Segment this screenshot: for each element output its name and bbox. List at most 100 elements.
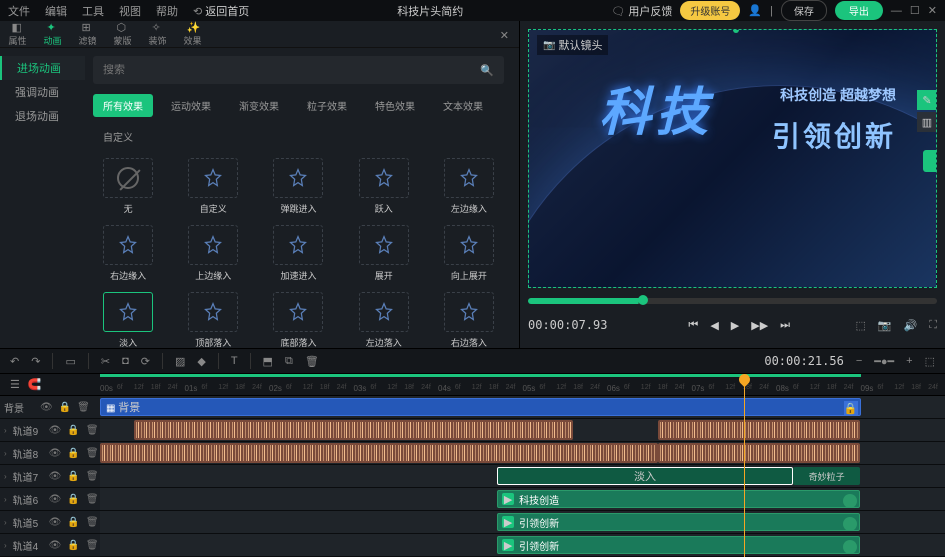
sidebar-item-emphasis[interactable]: 强调动画 [0, 80, 85, 104]
anim-item-右边缘入[interactable]: 右边缘入 [93, 225, 163, 282]
redo-icon[interactable]: ↷ [31, 355, 40, 368]
audio-clip[interactable] [100, 443, 658, 463]
track-settings-icon[interactable]: ☰ [10, 378, 20, 391]
trash-icon[interactable]: 🗑 [86, 448, 99, 459]
maximize-icon[interactable]: ☐ [910, 4, 920, 17]
tab-mask[interactable]: ⬡蒙版 [105, 21, 140, 47]
visibility-icon[interactable]: 👁 [49, 425, 62, 436]
lock-icon[interactable]: 🔒 [67, 448, 79, 459]
undo-icon[interactable]: ↶ [10, 355, 19, 368]
trash-icon[interactable]: 🗑 [86, 540, 99, 551]
search-field[interactable] [103, 64, 480, 76]
preview-canvas[interactable]: 📷 默认镜头 科技 科技创造 超越梦想 引领创新 ✎ ▥ [528, 29, 937, 288]
upgrade-button[interactable]: 升级账号 [680, 1, 740, 20]
close-panel-icon[interactable]: ✕ [500, 29, 509, 42]
range-indicator[interactable] [100, 374, 861, 377]
filter-motion[interactable]: 运动效果 [161, 94, 221, 117]
layer-tool-icon[interactable]: ▥ [917, 112, 937, 132]
lock-icon[interactable]: 🔒 [67, 494, 79, 505]
timeline-ruler[interactable]: ☰ 🧲 00s6f12f18f24f01s6f12f18f24f02s6f12f… [0, 374, 945, 396]
filter-text[interactable]: 文本效果 [433, 94, 493, 117]
anim-item-展开[interactable]: 展开 [349, 225, 419, 282]
text-clip-ylcx-2[interactable]: ▶引领创新 [497, 536, 860, 554]
zoom-out-icon[interactable]: − [856, 355, 862, 367]
audio-clip[interactable] [658, 443, 861, 463]
filter-particle[interactable]: 粒子效果 [297, 94, 357, 117]
zoom-in-icon[interactable]: + [906, 355, 912, 367]
filter-custom[interactable]: 自定义 [93, 125, 143, 148]
split-icon[interactable]: ✂ [101, 355, 110, 368]
visibility-icon[interactable]: 👁 [49, 494, 62, 505]
screenshot-icon[interactable]: ⬚ [855, 319, 865, 332]
particle-clip[interactable]: 奇妙粒子 [793, 467, 861, 485]
edit-tool-icon[interactable]: ✎ [917, 90, 937, 110]
anim-item-向上展开[interactable]: 向上展开 [434, 225, 504, 282]
anim-item-跃入[interactable]: 跃入 [349, 158, 419, 215]
sidebar-item-enter[interactable]: 进场动画 [0, 56, 85, 80]
filter-all[interactable]: 所有效果 [93, 94, 153, 117]
side-tab-icon[interactable] [923, 150, 937, 172]
anim-item-左边缘入[interactable]: 左边缘入 [434, 158, 504, 215]
filter-special[interactable]: 特色效果 [365, 94, 425, 117]
search-input[interactable]: 🔍 [93, 56, 504, 84]
trash-icon[interactable]: 🗑 [86, 425, 99, 436]
text-clip-ylcx[interactable]: ▶引领创新 [497, 513, 860, 531]
anim-item-自定义[interactable]: 自定义 [178, 158, 248, 215]
visibility-icon[interactable]: 👁 [40, 402, 53, 413]
anim-item-右边落入[interactable]: 右边落入 [434, 292, 504, 349]
search-icon[interactable]: 🔍 [480, 64, 494, 77]
visibility-icon[interactable]: 👁 [49, 448, 62, 459]
mask-icon[interactable]: ▨ [175, 355, 185, 368]
trash-icon[interactable]: 🗑 [86, 494, 99, 505]
lock-icon[interactable]: 🔒 [59, 402, 71, 413]
lock-icon[interactable]: 🔒 [67, 425, 79, 436]
menu-file[interactable]: 文件 [8, 3, 30, 19]
goto-end-icon[interactable]: ⏭ [780, 319, 790, 332]
copy-icon[interactable]: ⧉ [285, 355, 293, 368]
delete-icon[interactable]: 🗑 [305, 355, 319, 368]
transform-handle[interactable] [733, 29, 739, 33]
menu-tools[interactable]: 工具 [82, 3, 104, 19]
save-button[interactable]: 保存 [781, 0, 827, 21]
keyframe-icon[interactable]: ◆ [197, 355, 205, 368]
background-clip[interactable]: ▦ 背景 🔒 [100, 398, 861, 416]
filter-gradient[interactable]: 渐变效果 [229, 94, 289, 117]
clip-handle-icon[interactable] [843, 540, 857, 554]
anim-item-上边缘入[interactable]: 上边缘入 [178, 225, 248, 282]
trash-icon[interactable]: 🗑 [77, 402, 90, 413]
goto-start-icon[interactable]: ⏮ [688, 319, 698, 332]
camera-icon[interactable]: 📷 [878, 319, 892, 332]
user-icon[interactable]: 👤 [748, 4, 762, 17]
feedback-link[interactable]: 🗨 用户反馈 [611, 3, 672, 19]
visibility-icon[interactable]: 👁 [49, 517, 62, 528]
preview-scrubber[interactable] [528, 298, 937, 304]
menu-edit[interactable]: 编辑 [45, 3, 67, 19]
magnet-icon[interactable]: 🧲 [28, 378, 42, 391]
anim-item-加速进入[interactable]: 加速进入 [263, 225, 333, 282]
crop-icon[interactable]: ◘ [122, 355, 129, 367]
prev-frame-icon[interactable]: ◀ [710, 319, 718, 332]
tab-effects[interactable]: ✨效果 [175, 21, 210, 47]
clip-handle-icon[interactable] [843, 517, 857, 531]
tab-filter[interactable]: ⊞滤镜 [70, 21, 105, 47]
lock-icon[interactable]: 🔒 [67, 517, 79, 528]
anim-item-底部落入[interactable]: 底部落入 [263, 292, 333, 349]
export-button[interactable]: 导出 [835, 1, 883, 20]
anim-item-无[interactable]: 无 [93, 158, 163, 215]
clip-handle-icon[interactable] [843, 494, 857, 508]
trash-icon[interactable]: 🗑 [86, 517, 99, 528]
anim-item-弹跳进入[interactable]: 弹跳进入 [263, 158, 333, 215]
group-icon[interactable]: ⬒ [263, 355, 273, 368]
anim-item-左边落入[interactable]: 左边落入 [349, 292, 419, 349]
tab-properties[interactable]: ◧属性 [0, 21, 35, 47]
lock-icon[interactable]: 🔒 [67, 540, 79, 551]
text-clip-kjcz[interactable]: ▶科技创造 [497, 490, 860, 508]
anim-item-淡入[interactable]: 淡入 [93, 292, 163, 349]
audio-clip[interactable] [658, 420, 861, 440]
rotate-icon[interactable]: ⟳ [141, 355, 150, 368]
sidebar-item-exit[interactable]: 退场动画 [0, 104, 85, 128]
text-icon[interactable]: T [231, 355, 238, 367]
menu-help[interactable]: 帮助 [156, 3, 178, 19]
play-icon[interactable]: ▶ [731, 319, 739, 332]
visibility-icon[interactable]: 👁 [49, 540, 62, 551]
